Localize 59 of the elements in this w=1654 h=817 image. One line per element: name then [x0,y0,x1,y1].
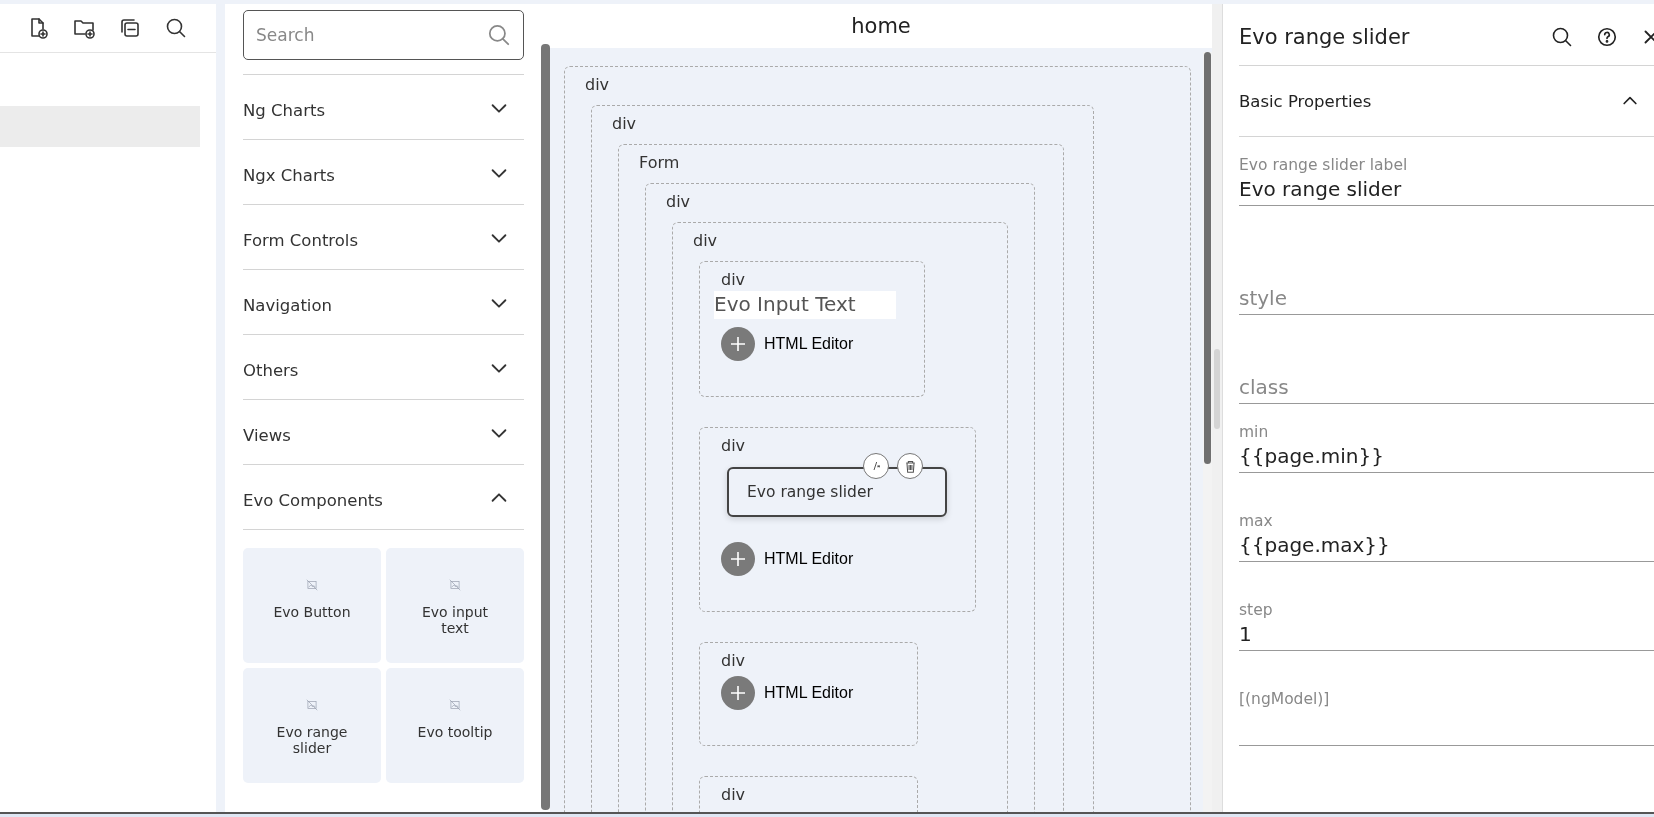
component-tile[interactable]: Evo tooltip [386,668,524,783]
tile-label: Evo tooltip [417,724,493,740]
html-editor-label: HTML Editor [764,335,854,353]
container-block[interactable]: div HTML Editor [699,642,918,746]
broken-image-icon [305,698,319,712]
text-field[interactable]: 1 [1239,620,1654,651]
component-tile[interactable]: Evo Button [243,548,381,663]
container-block[interactable]: div div Evo Input Text HTML Editor div Evo range slider HTML Editor div HTML Editor div [672,222,1008,812]
broken-image-icon [448,698,462,712]
element-tag: Form [639,152,680,174]
range-slider-component[interactable]: Evo range slider [727,467,947,517]
search-field[interactable]: Search [243,10,524,60]
add-button[interactable] [721,676,755,710]
element-tag: div [721,650,746,672]
broken-image-icon [448,578,462,592]
component-tile[interactable]: Evo range slider [243,668,381,783]
element-tag: div [666,191,691,213]
component-tile[interactable]: Evo input text [386,548,524,663]
field-label: [(ngModel)] [1239,689,1331,709]
container-block[interactable]: div Evo range slider HTML Editor [699,427,976,612]
field-label: Evo range slider label [1239,155,1409,175]
text-field[interactable]: {{page.min}} [1239,442,1654,473]
code-button[interactable] [863,453,889,479]
element-tag: div [585,74,610,96]
tile-label: Evo input text [420,604,490,636]
text-field[interactable]: Evo range slider [1239,175,1654,206]
component-label: Evo range slider [747,483,873,501]
scrollbar-thumb[interactable] [541,44,550,810]
help-icon[interactable] [1596,25,1618,48]
container-block[interactable]: div Evo Input Text HTML Editor [699,261,925,397]
text-field[interactable]: {{page.max}} [1239,531,1654,562]
add-button[interactable] [721,542,755,576]
element-tag: div [721,269,746,291]
tile-label: Evo range slider [275,724,349,756]
broken-image-icon [305,578,319,592]
field-label: min [1239,422,1270,442]
tile-label: Evo Button [273,604,351,620]
html-editor-label: HTML Editor [764,550,854,568]
search-icon [486,22,512,48]
text-field[interactable]: style [1239,284,1654,315]
html-editor-label: HTML Editor [764,684,854,702]
field-label: step [1239,600,1274,620]
section-header[interactable]: Basic Properties [1239,66,1654,137]
element-tag: div [612,113,637,135]
scrollbar-thumb[interactable] [1214,349,1220,429]
panel-title: Evo range slider [1239,24,1411,49]
search-icon[interactable] [164,16,188,40]
collapse-icon[interactable] [118,16,142,40]
container-block[interactable]: Form div div div Evo Input Text HTML Editor div Evo range slider HTML Editor div HTML Editor div [618,144,1064,812]
element-tag: div [693,230,718,252]
field-label: max [1239,511,1274,531]
delete-button[interactable] [897,453,923,479]
container-block[interactable]: div div div Evo Input Text HTML Editor div Evo range slider HTML Editor div HTML Editor div [645,183,1035,812]
add-button[interactable] [721,327,755,361]
element-tag: div [721,435,746,457]
scrollbar-thumb[interactable] [1204,52,1211,464]
input-text-preview: Evo Input Text [714,291,896,319]
element-tag: div [721,784,746,806]
text-field[interactable]: class [1239,373,1654,404]
